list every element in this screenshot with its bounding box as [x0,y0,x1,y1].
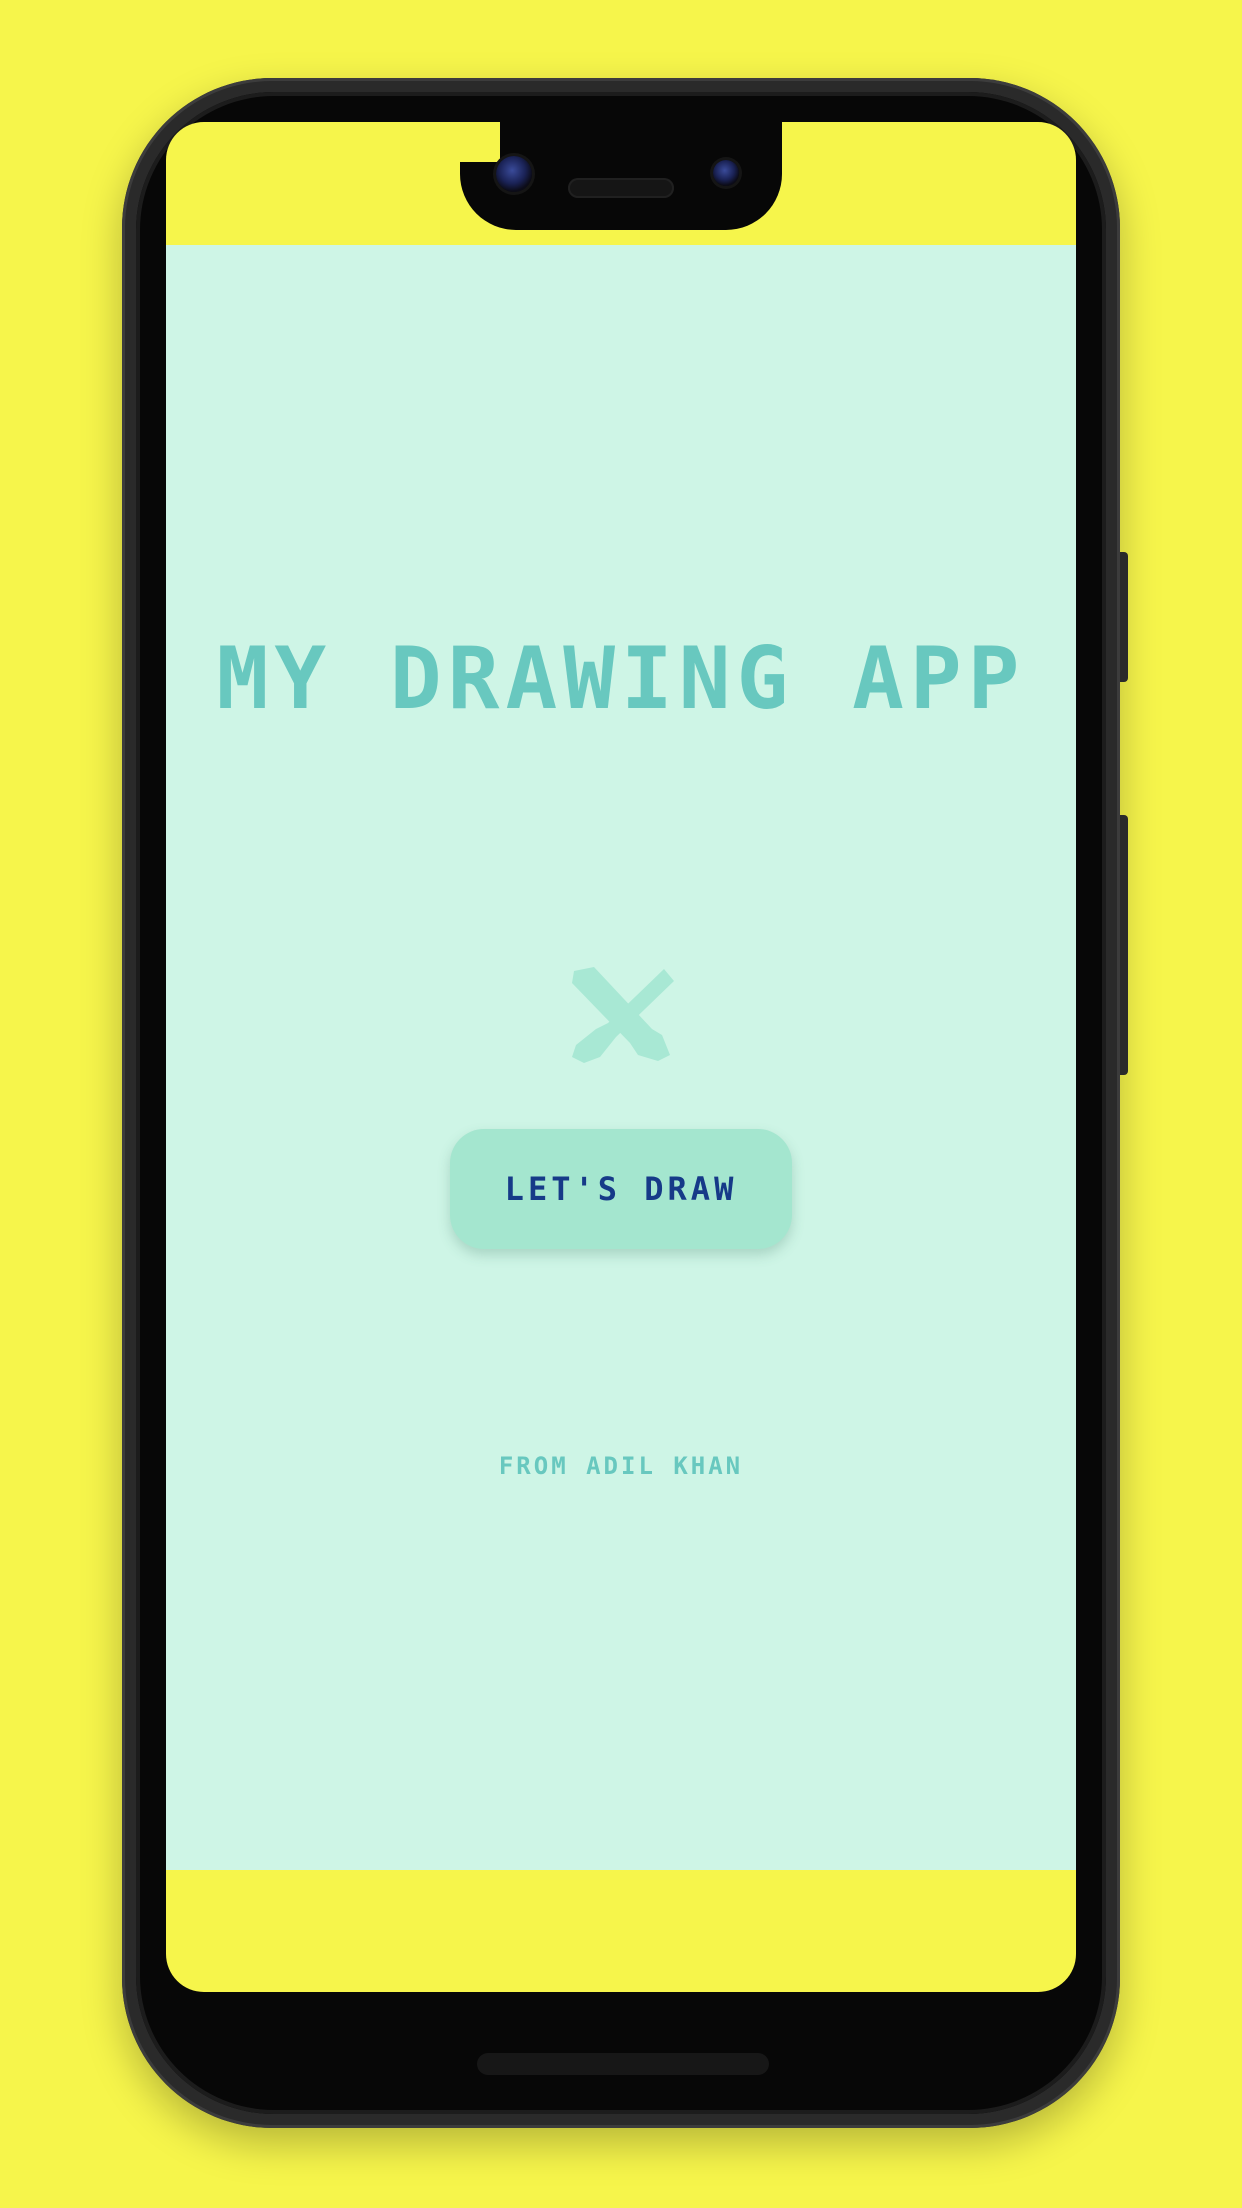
secondary-camera-icon [713,160,739,186]
app-title: MY DRAWING APP [216,629,1026,729]
lets-draw-button[interactable]: LET'S DRAW [450,1129,792,1249]
front-camera-icon [496,156,532,192]
bottom-speaker-grille [477,2053,769,2075]
author-credit: FROM ADIL KHAN [498,1452,744,1480]
power-button [1120,552,1128,682]
earpiece-speaker [568,178,674,198]
paintbrush-cross-icon [572,967,674,1063]
volume-buttons [1120,815,1128,1075]
